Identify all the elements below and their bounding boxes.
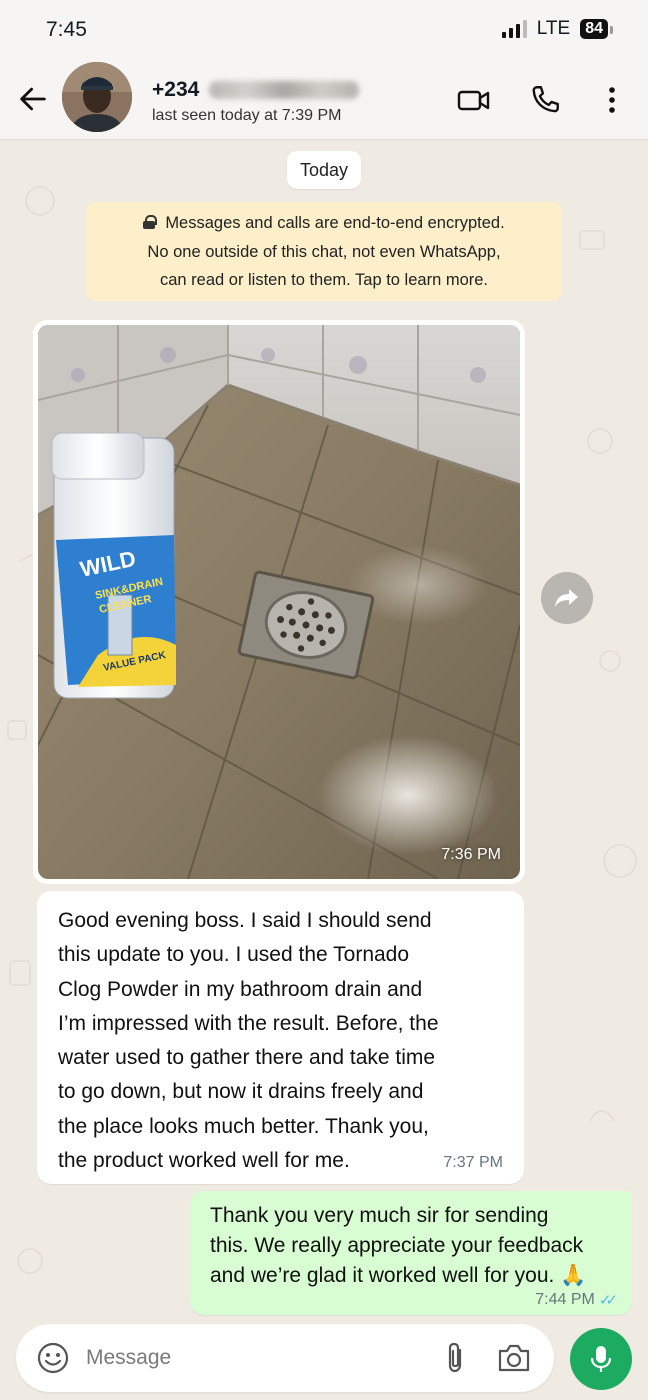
forward-button[interactable] [541,572,593,624]
date-chip: Today [287,151,361,189]
microphone-button[interactable] [570,1328,632,1390]
read-receipt-icon: ✓✓ [598,1292,618,1309]
message-line: Clog Powder in my bathroom drain and [58,977,423,1001]
outgoing-message-bubble[interactable]: Thank you very much sir for sending this… [190,1191,632,1315]
message-text: Thank you very much sir for sending this… [210,1201,616,1291]
redacted-number [209,81,360,99]
message-line: this update to you. I used the Tornado [58,943,410,967]
message-line: to go down, but now it drains freely and [58,1080,424,1104]
signal-icon [501,20,527,38]
contact-number-prefix: +234 [152,78,200,101]
message-composer [16,1324,554,1392]
battery-icon: 84 [580,19,613,39]
message-input[interactable] [86,1338,406,1378]
phone-icon[interactable] [527,82,563,118]
lock-icon [143,215,158,229]
message-line: water used to gather there and take time [58,1046,436,1070]
arrow-left-icon[interactable] [16,82,50,116]
encryption-notice-line: Messages and calls are end-to-end encryp… [165,214,505,232]
message-line: and we’re glad it worked well for you. 🙏 [210,1264,587,1287]
last-seen-status: last seen today at 7:39 PM [152,107,342,124]
avatar[interactable] [62,62,132,132]
message-time: 7:37 PM [443,1154,503,1171]
message-line: the product worked well for me. [58,1149,350,1173]
encryption-notice-line: No one outside of this chat, not even Wh… [147,242,501,261]
chat-area[interactable]: Today Messages and calls are end-to-end … [0,141,648,1321]
message-line: Thank you very much sir for sending [210,1204,549,1227]
image-message-bubble[interactable]: WILD SINK&DRAIN CLEANER VALUE PACK 7:36 … [33,320,525,884]
status-bar: 7:45 LTE 84 [0,0,648,60]
microphone-icon [590,1346,612,1372]
network-type: LTE [536,18,571,39]
forward-icon [555,589,578,607]
more-vertical-icon[interactable] [596,82,628,118]
camera-icon[interactable] [496,1341,532,1375]
encryption-notice[interactable]: Messages and calls are end-to-end encryp… [86,202,562,301]
status-time: 7:45 [46,18,87,41]
message-line: Good evening boss. I said I should send [58,909,432,932]
message-line: this. We really appreciate your feedback [210,1234,584,1257]
emoji-icon[interactable] [36,1341,70,1375]
message-text: Good evening boss. I said I should send … [58,904,504,1178]
message-photo[interactable]: WILD SINK&DRAIN CLEANER VALUE PACK [38,325,520,879]
status-indicators: LTE 84 [501,18,613,40]
chat-header: +234 last seen today at 7:39 PM [0,60,648,140]
paperclip-icon[interactable] [440,1340,470,1376]
video-camera-icon[interactable] [456,82,492,118]
incoming-message-bubble[interactable]: Good evening boss. I said I should send … [37,891,524,1184]
message-time: 7:44 PM [535,1291,595,1308]
message-time: 7:36 PM [441,846,501,863]
encryption-notice-line: can read or listen to them. Tap to learn… [159,271,489,289]
message-meta: 7:44 PM ✓✓ [535,1291,618,1309]
message-line: the place looks much better. Thank you, [58,1114,429,1138]
contact-name[interactable]: +234 [152,78,360,102]
message-line: I’m impressed with the result. Before, t… [58,1011,439,1035]
